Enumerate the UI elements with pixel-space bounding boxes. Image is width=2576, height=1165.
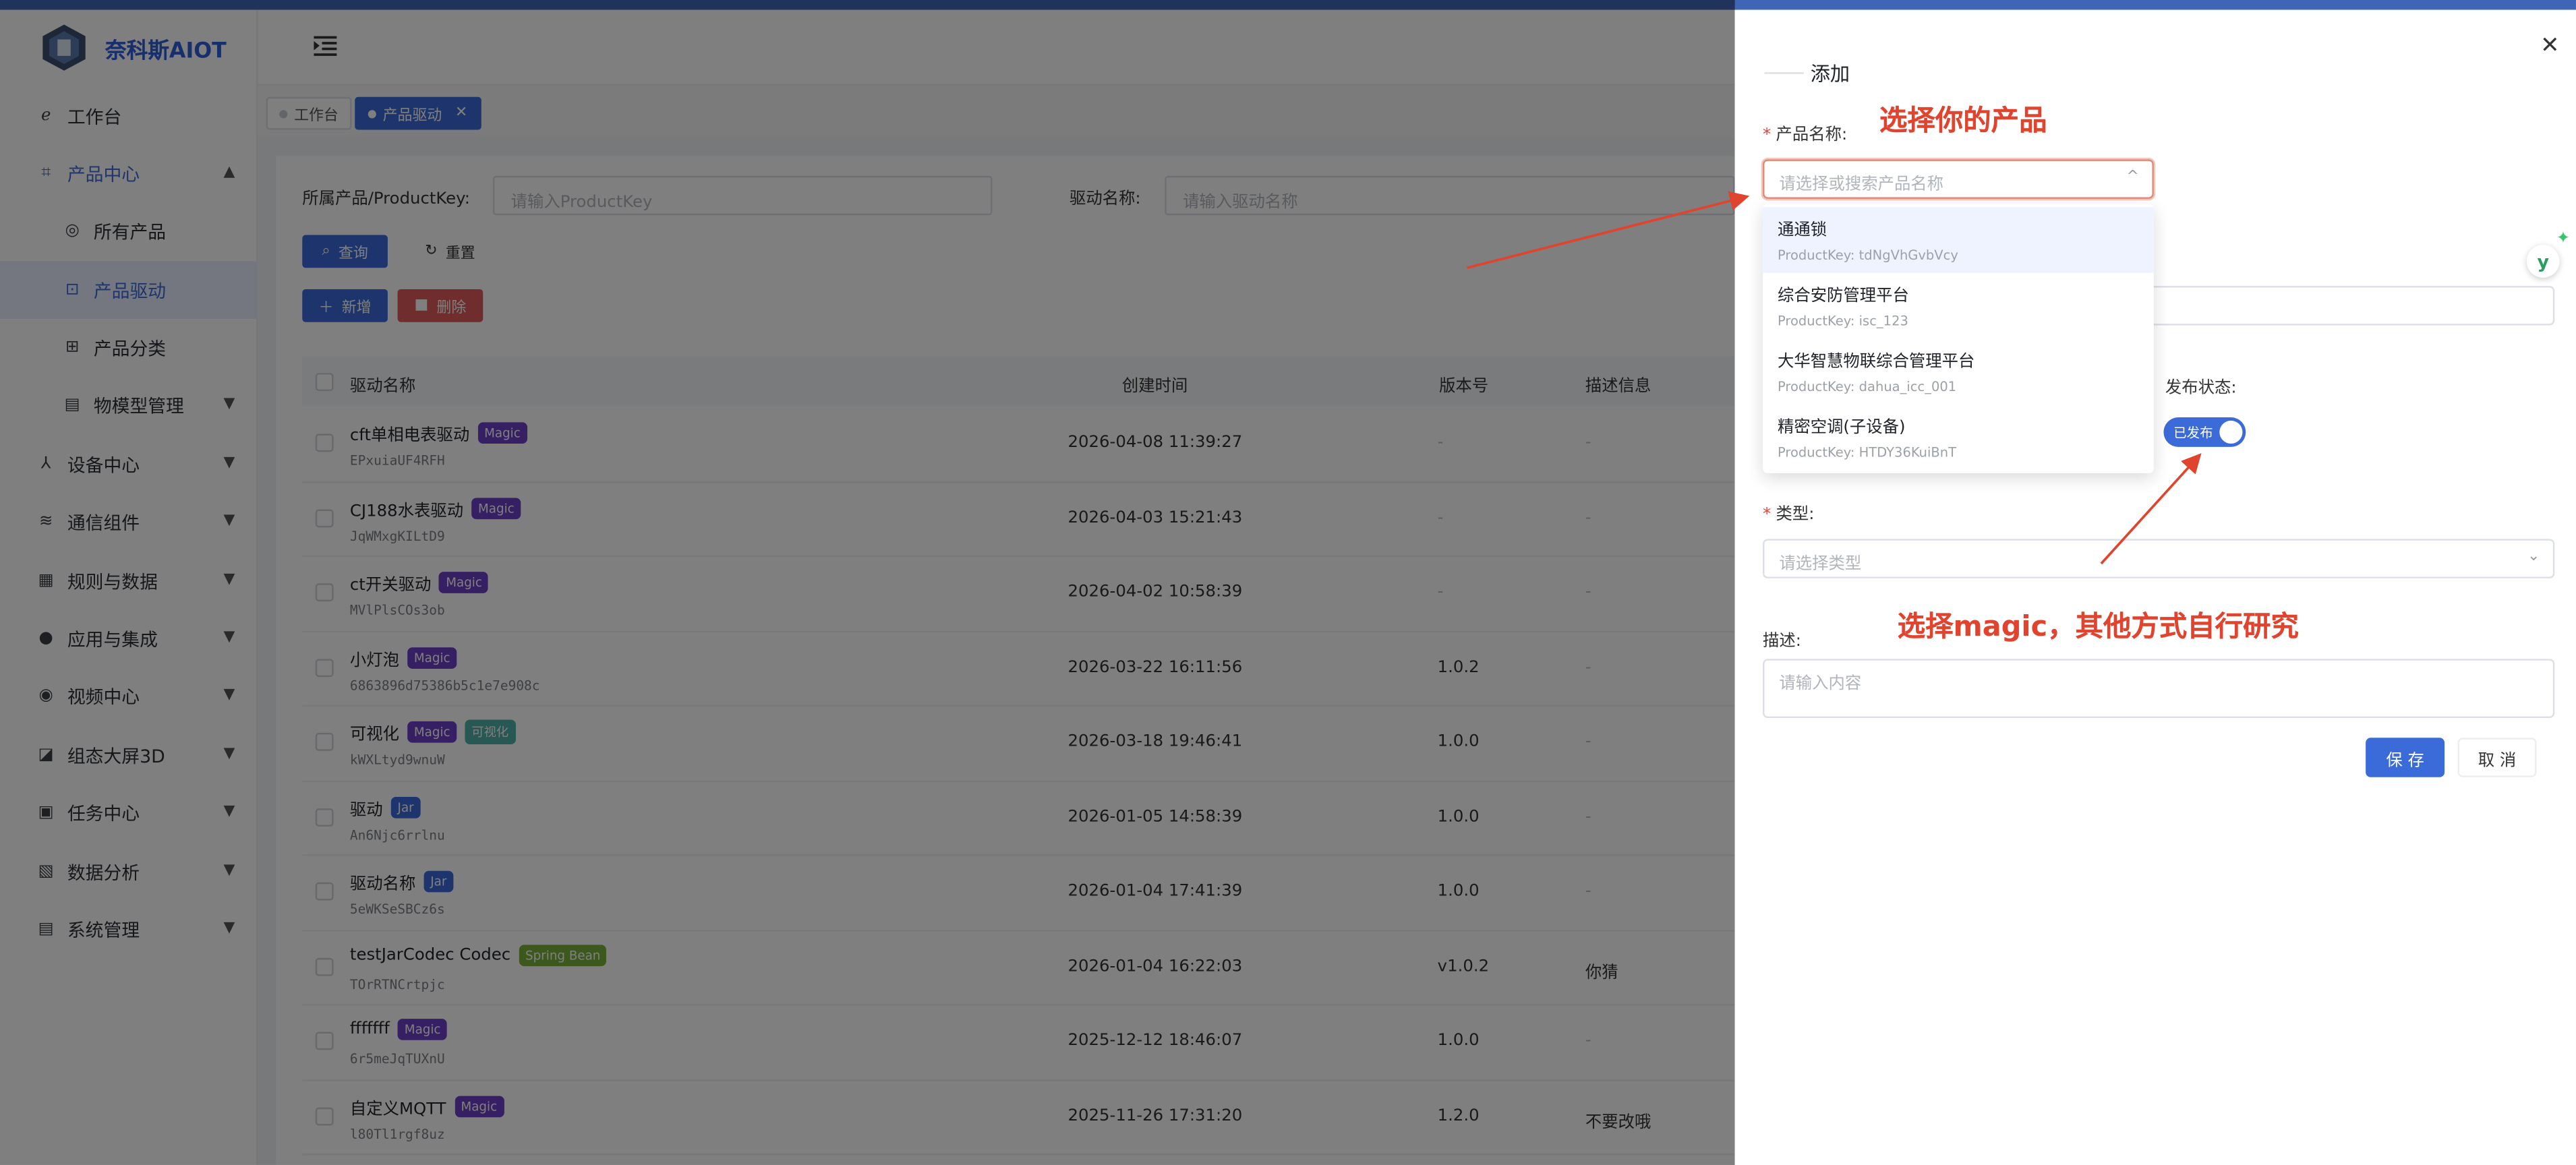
desc-textarea[interactable]: 请输入内容 — [1763, 659, 2555, 719]
annotation-select-product: 选择你的产品 — [1879, 104, 2047, 138]
publish-toggle-label: 已发布 — [2173, 425, 2213, 441]
option-key: ProductKey: dahua_icc_001 — [1777, 379, 1957, 394]
required-mark: * — [1763, 506, 1772, 525]
annotation-select-magic: 选择magic，其他方式自行研究 — [1897, 611, 2299, 645]
product-select-placeholder: 请选择或搜索产品名称 — [1779, 175, 1944, 194]
publish-toggle[interactable]: 已发布 — [2163, 417, 2246, 447]
type-label-text: 类型: — [1776, 506, 1815, 525]
option-name: 通通锁 — [1777, 222, 1827, 240]
save-button[interactable]: 保 存 — [2366, 738, 2445, 777]
option-name: 精密空调(子设备) — [1777, 419, 1906, 438]
cancel-button[interactable]: 取 消 — [2457, 738, 2537, 777]
type-select[interactable]: 请选择类型 ⌄ — [1763, 539, 2555, 578]
type-label: * 类型: — [1763, 500, 1814, 525]
required-mark: * — [1763, 126, 1772, 145]
product-name-label-text: 产品名称: — [1776, 126, 1848, 145]
product-name-label: * 产品名称: — [1763, 120, 1847, 145]
chevron-down-icon: ⌄ — [2527, 549, 2540, 566]
drawer-title: 添加 — [1810, 62, 1850, 86]
close-icon[interactable]: ✕ — [2540, 33, 2560, 59]
desc-label: 描述: — [1763, 632, 1801, 651]
add-driver-drawer: ✕ 添加 * 产品名称: 请选择或搜索产品名称 ^ 发布状态: 已发布 * 类型: … — [1734, 9, 2576, 1165]
chevron-up-icon: ^ — [2126, 169, 2139, 186]
option-key: ProductKey: isc_123 — [1777, 313, 1908, 329]
dropdown-option[interactable]: 综合安防管理平台 ProductKey: isc_123 — [1763, 273, 2154, 338]
type-select-placeholder: 请选择类型 — [1779, 555, 1862, 574]
product-select[interactable]: 请选择或搜索产品名称 ^ — [1763, 159, 2154, 199]
option-name: 大华智慧物联综合管理平台 — [1777, 353, 1975, 371]
sparkle-icon: ✦ — [2556, 230, 2571, 249]
option-name: 综合安防管理平台 — [1777, 287, 1909, 306]
dropdown-option[interactable]: 通通锁 ProductKey: tdNgVhGvbVcy — [1763, 207, 2154, 273]
dropdown-option[interactable]: 大华智慧物联综合管理平台 ProductKey: dahua_icc_001 — [1763, 338, 2154, 404]
option-key: ProductKey: tdNgVhGvbVcy — [1777, 248, 1958, 263]
title-divider — [1764, 72, 1804, 74]
dropdown-option[interactable]: 精密空调(子设备) ProductKey: HTDY36KuiBnT — [1763, 405, 2154, 470]
assistant-badge-icon[interactable]: y — [2526, 245, 2560, 278]
publish-status-label: 发布状态: — [2165, 379, 2237, 398]
screen: 奈科斯AIOT ℯ 工作台 ⌗ 产品中心 ▲ ◎ 所有产品 ⊡ 产品驱动 ⊞ 产… — [0, 0, 2576, 1165]
toggle-knob — [2219, 420, 2243, 444]
option-key: ProductKey: HTDY36KuiBnT — [1777, 445, 1957, 460]
modal-mask[interactable] — [0, 0, 1735, 1165]
product-dropdown: 通通锁 ProductKey: tdNgVhGvbVcy 综合安防管理平台 Pr… — [1763, 204, 2154, 473]
